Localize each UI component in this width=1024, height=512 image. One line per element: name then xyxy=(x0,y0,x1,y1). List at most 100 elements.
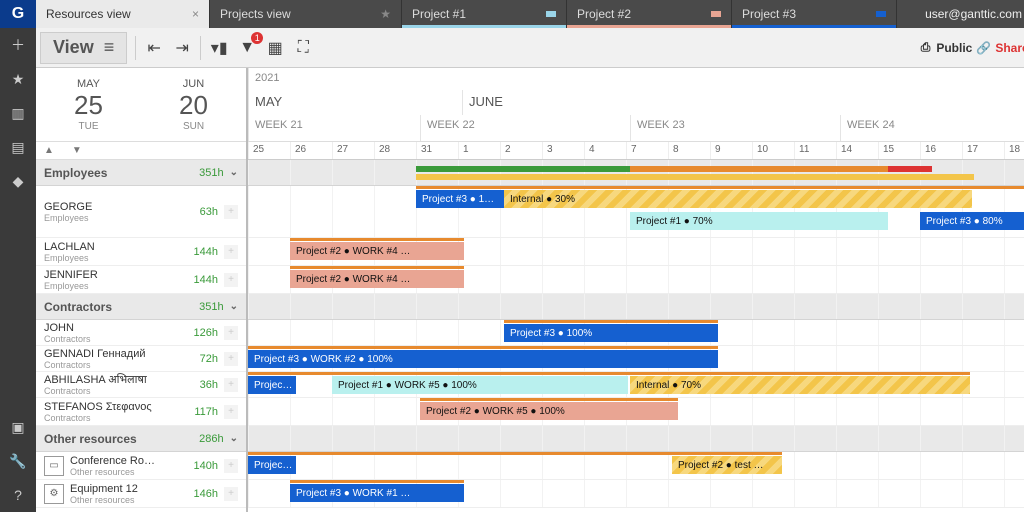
indent-left-icon[interactable]: ⇤ xyxy=(140,34,168,62)
task-bar[interactable]: Project #2 ● WORK #4 … xyxy=(290,270,464,288)
task-bar[interactable]: Project #2 ● WORK #5 ● 100% xyxy=(420,402,678,420)
add-task-icon[interactable]: + xyxy=(224,405,238,419)
task-bar[interactable]: Project #2 ● WORK #4 … xyxy=(290,242,464,260)
day-cell: 4 xyxy=(584,142,626,159)
task-bar[interactable]: Internal ● 70% xyxy=(630,376,970,394)
task-bar[interactable]: Project #1 ● WORK #5 ● 100% xyxy=(332,376,628,394)
resource-row-equipment[interactable]: ⚙ Equipment 12Other resources 146h + xyxy=(36,480,246,508)
tab-project-1[interactable]: Project #1 xyxy=(402,0,567,28)
task-bar[interactable]: Project #2 ● test … xyxy=(672,456,782,474)
indent-right-icon[interactable]: ⇥ xyxy=(168,34,196,62)
tab-project-3[interactable]: Project #3 xyxy=(732,0,897,28)
task-bar[interactable]: Projec… xyxy=(248,456,296,474)
sort-down-icon[interactable]: ▼ xyxy=(72,145,82,156)
task-bar[interactable]: Projec… xyxy=(248,376,296,394)
day-cell: 28 xyxy=(374,142,416,159)
tab-label: Project #2 xyxy=(577,7,631,21)
resource-hours: 140h xyxy=(194,460,218,472)
resource-row-lachlan[interactable]: LACHLANEmployees 144h + xyxy=(36,238,246,266)
shared-toggle[interactable]: 🔗 Shared xyxy=(976,41,1024,55)
add-icon[interactable]: ＋ xyxy=(0,28,36,62)
filter-icon[interactable]: ▼1 xyxy=(233,34,261,62)
task-bar[interactable]: Project #3 ● 1… xyxy=(416,190,504,208)
star-icon[interactable]: ★ xyxy=(380,7,391,21)
tab-label: Project #1 xyxy=(412,7,466,21)
gantt-row-abhilasha[interactable]: Projec… Project #1 ● WORK #5 ● 100%Intern… xyxy=(248,372,1024,398)
group-employees[interactable]: Employees 351h ⌄ xyxy=(36,160,246,186)
fullscreen-icon[interactable]: ⛶ xyxy=(289,34,317,62)
sort-arrows[interactable]: ▲▼ xyxy=(36,142,246,160)
group-other[interactable]: Other resources 286h ⌄ xyxy=(36,426,246,452)
task-bar[interactable]: Project #3 ● 80% xyxy=(920,212,1024,230)
drop-icon[interactable]: ◆ xyxy=(0,164,36,198)
resource-row-george[interactable]: GEORGEEmployees 63h + xyxy=(36,186,246,238)
resource-name: Equipment 12 xyxy=(70,483,138,495)
date-picker-icon[interactable]: ▦ xyxy=(261,34,289,62)
toolbar: View ≡ ⇤ ⇥ ▾▮ ▼1 ▦ ⛶ ⎙ Public 🔗 Shared xyxy=(36,28,1024,68)
resource-row-abhilasha[interactable]: ABHILASHA अभिलाषाContractors 36h + xyxy=(36,372,246,398)
add-task-icon[interactable]: + xyxy=(224,378,238,392)
gantt-row-john[interactable]: Project #3 ● 100% xyxy=(248,320,1024,346)
chart-icon[interactable]: ▥ xyxy=(0,96,36,130)
task-bar[interactable]: Project #1 ● 70% xyxy=(630,212,888,230)
group-contractors[interactable]: Contractors 351h ⌄ xyxy=(36,294,246,320)
view-button[interactable]: View ≡ xyxy=(40,32,127,64)
add-task-icon[interactable]: + xyxy=(224,487,238,501)
equipment-icon: ⚙ xyxy=(44,484,64,504)
task-bar[interactable]: Internal ● 30% xyxy=(504,190,972,208)
group-hours: 351h xyxy=(199,301,223,313)
day-cell: 11 xyxy=(794,142,836,159)
star-icon[interactable]: ★ xyxy=(0,62,36,96)
gantt-row-equipment[interactable]: Project #3 ● WORK #1 … xyxy=(248,480,1024,508)
close-icon[interactable]: × xyxy=(192,7,199,21)
task-bar[interactable]: Project #3 ● 100% xyxy=(504,324,718,342)
logo[interactable]: G xyxy=(0,0,36,28)
task-bar[interactable]: Project #3 ● WORK #2 ● 100% xyxy=(248,350,718,368)
resource-hours: 36h xyxy=(200,379,218,391)
task-bar[interactable]: Project #3 ● WORK #1 … xyxy=(290,484,464,502)
date-start: MAY 25 TUE xyxy=(36,68,141,141)
add-task-icon[interactable]: + xyxy=(224,245,238,259)
gantt-row-george[interactable]: Project #3 ● 1…Internal ● 30% Project #1 … xyxy=(248,186,1024,238)
day-cell: 9 xyxy=(710,142,752,159)
resource-sub: Contractors xyxy=(44,334,91,344)
sort-up-icon[interactable]: ▲ xyxy=(44,145,54,156)
add-task-icon[interactable]: + xyxy=(224,205,238,219)
resource-sub: Contractors xyxy=(44,413,152,423)
public-toggle[interactable]: ⎙ Public xyxy=(921,40,973,55)
user-menu[interactable]: user@ganttic.com ▾ xyxy=(913,0,1024,28)
add-task-icon[interactable]: + xyxy=(224,326,238,340)
gantt-row-stefanos[interactable]: Project #2 ● WORK #5 ● 100% xyxy=(248,398,1024,426)
resource-sub: Employees xyxy=(44,213,92,223)
gantt-row-gennadi[interactable]: Project #3 ● WORK #2 ● 100% xyxy=(248,346,1024,372)
tab-project-2[interactable]: Project #2 xyxy=(567,0,732,28)
gantt-row-conference[interactable]: Projec… Project #2 ● test … xyxy=(248,452,1024,480)
view-label: View xyxy=(53,37,94,58)
calendar-icon[interactable]: ▤ xyxy=(0,130,36,164)
gantt-row-lachlan[interactable]: Project #2 ● WORK #4 … xyxy=(248,238,1024,266)
add-task-icon[interactable]: + xyxy=(224,459,238,473)
date-range[interactable]: MAY 25 TUE JUN 20 SUN xyxy=(36,68,246,142)
tab-resources-view[interactable]: Resources view × xyxy=(36,0,210,28)
resource-sub: Contractors xyxy=(44,360,146,370)
timeline[interactable]: 2021 MAY JUNE WEEK 21 WEEK 22 WEEK 23 WE… xyxy=(248,68,1024,512)
gantt-row-jennifer[interactable]: Project #2 ● WORK #4 … xyxy=(248,266,1024,294)
week-label: WEEK 24 xyxy=(840,115,1024,141)
tab-projects-view[interactable]: Projects view ★ xyxy=(210,0,402,28)
paint-icon[interactable]: ▾▮ xyxy=(205,34,233,62)
resource-row-stefanos[interactable]: STEFANOS ΣτεφανοςContractors 117h + xyxy=(36,398,246,426)
add-task-icon[interactable]: + xyxy=(224,273,238,287)
resource-row-john[interactable]: JOHNContractors 126h + xyxy=(36,320,246,346)
week-label: WEEK 23 xyxy=(630,115,840,141)
resource-icon[interactable]: ▣ xyxy=(0,410,36,444)
add-task-icon[interactable]: + xyxy=(224,352,238,366)
resource-name: GENNADI Геннадий xyxy=(44,348,146,360)
resource-panel: MAY 25 TUE JUN 20 SUN ▲▼ Employees 351h … xyxy=(36,68,248,512)
settings-icon[interactable]: 🔧 xyxy=(0,444,36,478)
tab-label: Project #3 xyxy=(742,7,796,21)
gantt-group-other xyxy=(248,426,1024,452)
resource-row-jennifer[interactable]: JENNIFEREmployees 144h + xyxy=(36,266,246,294)
resource-row-conference[interactable]: ▭ Conference Ro…Other resources 140h + xyxy=(36,452,246,480)
help-icon[interactable]: ? xyxy=(0,478,36,512)
resource-row-gennadi[interactable]: GENNADI ГеннадийContractors 72h + xyxy=(36,346,246,372)
